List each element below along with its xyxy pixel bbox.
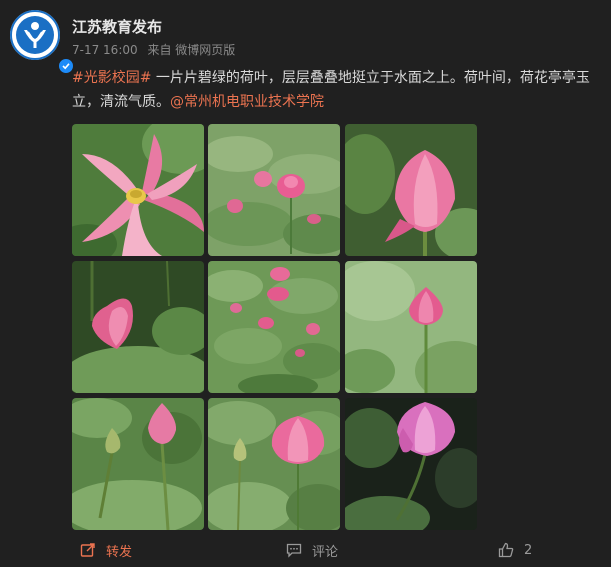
post-source: 来自 微博网页版 bbox=[147, 43, 236, 57]
mention-link[interactable]: @常州机电职业技术学院 bbox=[170, 94, 324, 110]
avatar[interactable] bbox=[10, 10, 75, 75]
photo-7-lotus-buds[interactable] bbox=[72, 398, 204, 530]
share-button[interactable]: 转发 bbox=[80, 538, 132, 562]
avatar-logo-icon bbox=[10, 10, 60, 60]
post-content: #光影校园# 一片片碧绿的荷叶，层层叠叠地挺立于水面之上。荷叶间，荷花亭亭玉立，… bbox=[72, 66, 602, 114]
like-button[interactable]: 2 bbox=[498, 538, 532, 562]
verified-badge-icon bbox=[62, 63, 70, 70]
like-icon bbox=[498, 542, 514, 558]
post-time[interactable]: 7-17 16:00 bbox=[72, 43, 138, 57]
share-label: 转发 bbox=[106, 544, 133, 560]
photo-9-lotus-pink[interactable] bbox=[345, 398, 477, 530]
comment-icon bbox=[286, 543, 302, 558]
photo-4-lotus-bud[interactable] bbox=[72, 261, 204, 393]
photo-1-lotus-open[interactable] bbox=[72, 124, 204, 256]
photo-2-lotus-pond[interactable] bbox=[208, 124, 340, 256]
weibo-post-card: 江苏教育发布 7-17 16:00 来自 微博网页版 #光影校园# 一片片碧绿的… bbox=[0, 0, 611, 567]
comment-button[interactable]: 评论 bbox=[286, 538, 338, 562]
photo-3-lotus-bud[interactable] bbox=[345, 124, 477, 256]
photo-5-lotus-field[interactable] bbox=[208, 261, 340, 393]
comment-label: 评论 bbox=[312, 544, 339, 560]
like-count: 2 bbox=[524, 542, 533, 558]
share-icon bbox=[80, 543, 95, 557]
photo-6-lotus-bud-stem[interactable] bbox=[345, 261, 477, 393]
username[interactable]: 江苏教育发布 bbox=[72, 16, 162, 37]
hashtag-link[interactable]: #光影校园# bbox=[72, 70, 151, 86]
post-meta: 7-17 16:00 来自 微博网页版 bbox=[72, 41, 241, 58]
action-bar: 转发 评论 2 bbox=[0, 538, 611, 562]
image-grid bbox=[72, 124, 477, 530]
photo-8-lotus-flower[interactable] bbox=[208, 398, 340, 530]
